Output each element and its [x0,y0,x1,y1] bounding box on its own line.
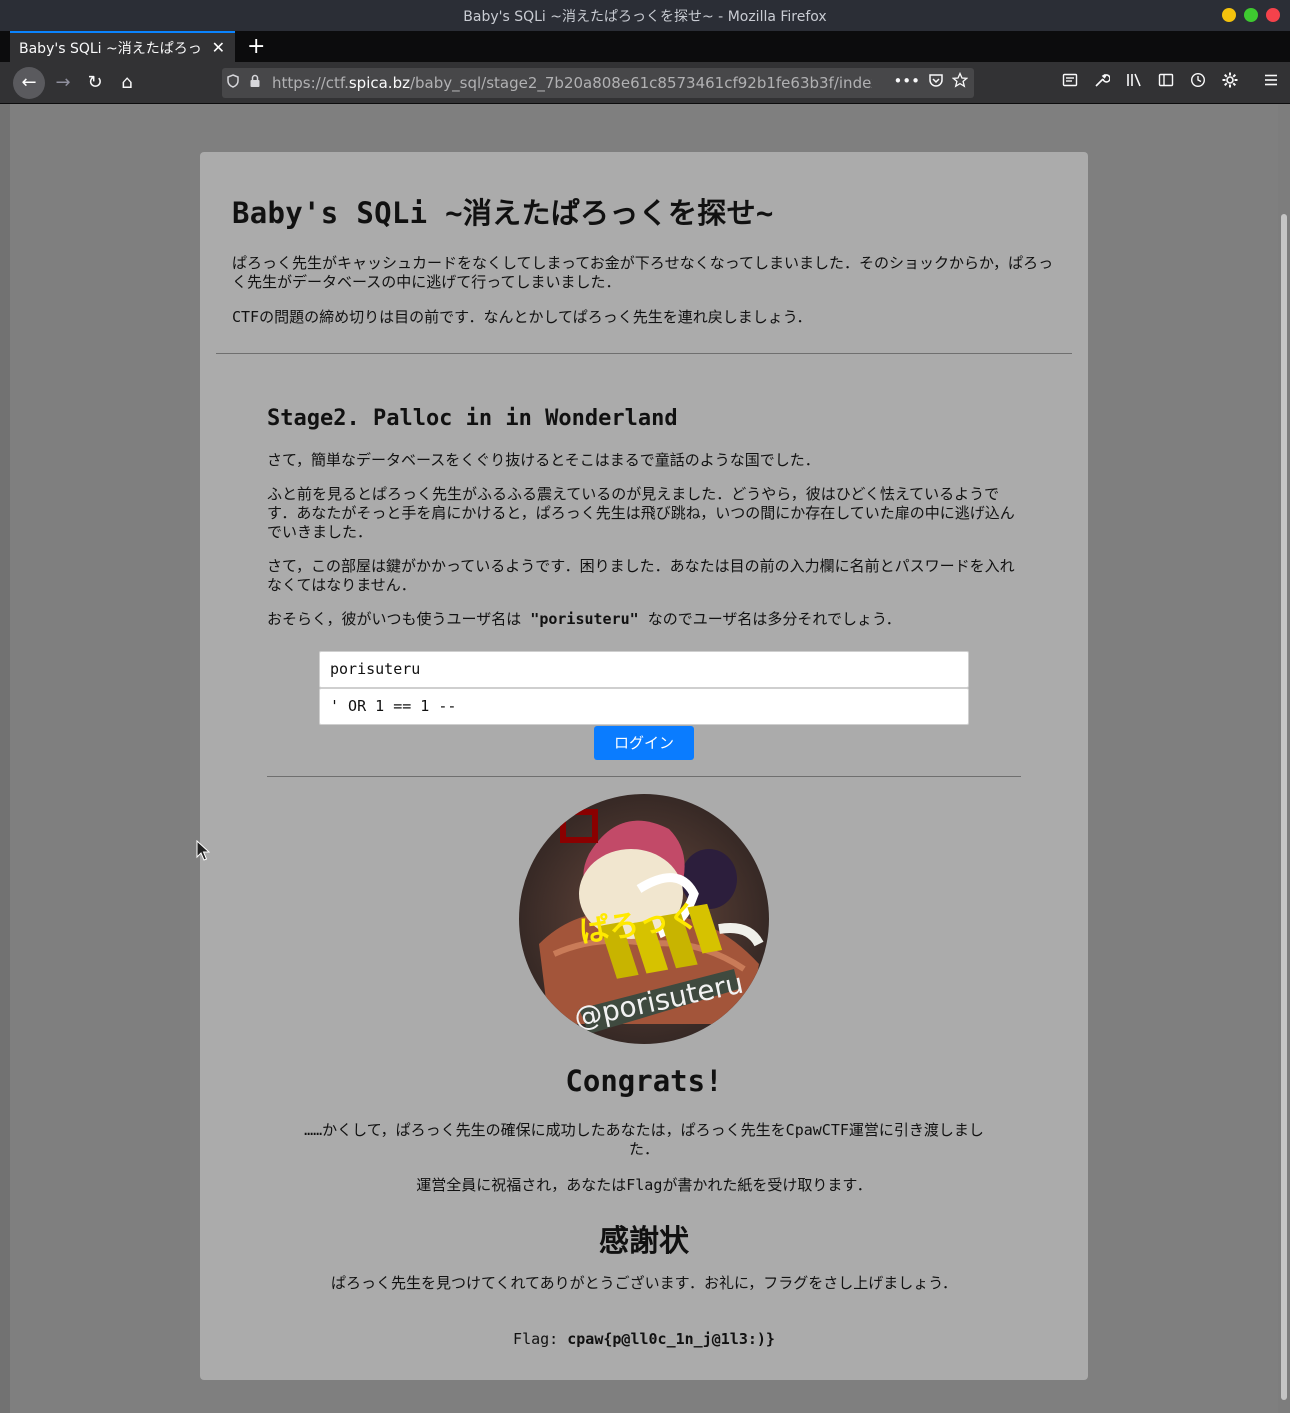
section-divider [216,353,1072,354]
password-input[interactable]: ' OR 1 == 1 -- [319,688,969,725]
username-hint: "porisuteru" [530,610,639,628]
tab-strip: Baby's SQLi ~消えたぱろっくを探せ~ ✕ + [0,31,1290,62]
back-button[interactable]: ← [13,67,45,99]
history-icon[interactable] [1187,72,1209,94]
certificate-heading: 感謝状 [599,1224,689,1259]
home-button[interactable]: ⌂ [116,72,138,94]
scrollbar-thumb[interactable] [1281,214,1287,1400]
stage-paragraph-2: ふと前を見るとぱろっく先生がふるふる震えているのが見えました．どうやら，彼はひど… [267,485,1015,541]
minimize-button[interactable] [1222,8,1236,22]
content-card: Baby's SQLi ~消えたぱろっくを探せ~ ぱろっく先生がキャッシュカード… [200,152,1088,1380]
url-bar[interactable]: https://ctf.spica.bz/baby_sql/stage2_7b2… [222,68,974,98]
bookmark-star-icon[interactable] [951,71,969,92]
maximize-button[interactable] [1244,8,1258,22]
certificate-paragraph: ぱろっく先生を見つけてくれてありがとうございます．お礼に，フラグをさし上げましょ… [330,1274,958,1292]
stage-section: Stage2. Palloc in in Wonderland さて，簡単なデー… [267,406,1017,644]
pocket-icon[interactable] [928,72,944,92]
close-window-button[interactable] [1266,8,1280,22]
navigation-toolbar: ← → ↻ ⌂ https://ctf.spica.bz/baby_sql/st… [0,62,1290,104]
url-text[interactable]: https://ctf.spica.bz/baby_sql/stage2_7b2… [272,74,872,92]
result-paragraph-2: 運営全員に祝福され，あなたはFlagが書かれた紙を受け取ります． [416,1176,872,1194]
page-actions: ••• [893,71,969,92]
flag-line: Flag: cpaw{p@ll0c_1n_j@1l3:)} [200,1330,1088,1348]
vertical-scrollbar[interactable] [1278,104,1290,1413]
library-icon[interactable] [1123,72,1145,94]
stage-paragraph-4: おそらく，彼がいつも使うユーザ名は "porisuteru" なのでユーザ名は多… [267,610,901,628]
forward-button[interactable]: → [52,72,74,94]
new-tab-button[interactable]: + [247,31,265,62]
username-input[interactable]: porisuteru [319,651,969,688]
page-viewport: Baby's SQLi ~消えたぱろっくを探せ~ ぱろっく先生がキャッシュカード… [0,104,1278,1413]
lock-icon[interactable] [244,74,266,92]
sidebar-icon[interactable] [1155,72,1177,94]
page-actions-menu-icon[interactable]: ••• [893,72,920,92]
window-titlebar: Baby's SQLi ~消えたぱろっくを探せ~ - Mozilla Firef… [0,0,1290,31]
reader-view-icon[interactable] [1059,72,1081,94]
card-header: Baby's SQLi ~消えたぱろっくを探せ~ ぱろっく先生がキャッシュカード… [200,152,1088,327]
congrats-heading: Congrats! [565,1064,723,1098]
window-title: Baby's SQLi ~消えたぱろっくを探せ~ - Mozilla Firef… [463,8,827,25]
flag-value: cpaw{p@ll0c_1n_j@1l3:)} [567,1330,775,1348]
login-button[interactable]: ログイン [594,726,694,760]
window-controls [1222,8,1280,22]
porisuteru-avatar-image: ぱろっく @porisuteru [519,794,769,1044]
flag-label: Flag: [513,1330,568,1348]
intro-paragraph-1: ぱろっく先生がキャッシュカードをなくしてしまってお金が下ろせなくなってしまいまし… [232,254,1054,291]
result-divider [267,776,1021,777]
wrench-icon[interactable] [1091,72,1113,94]
settings-gear-icon[interactable] [1219,72,1241,94]
left-window-edge [0,104,10,1413]
stage-paragraph-3: さて，この部屋は鍵がかかっているようです．困りました．あなたは目の前の入力欄に名… [267,557,1015,594]
tab-title: Baby's SQLi ~消えたぱろっくを探せ~ [19,40,204,57]
page-title: Baby's SQLi ~消えたぱろっくを探せ~ [232,196,774,230]
result-paragraph-1: ……かくして，ぱろっく先生の確保に成功したあなたは，ぱろっく先生をCpawCTF… [304,1121,984,1158]
stage-paragraph-1: さて，簡単なデータベースをくぐり抜けるとそこはまるで童話のような国でした． [267,451,820,469]
tab-close-icon[interactable]: ✕ [212,38,225,57]
tab-active[interactable]: Baby's SQLi ~消えたぱろっくを探せ~ ✕ [10,31,235,62]
shield-icon[interactable] [222,74,244,92]
hamburger-menu-icon[interactable] [1260,72,1282,94]
stage-title: Stage2. Palloc in in Wonderland [267,406,678,431]
reload-button[interactable]: ↻ [84,72,106,94]
intro-paragraph-2: CTFの問題の締め切りは目の前です．なんとかしてぱろっく先生を連れ戻しましょう． [232,308,812,326]
